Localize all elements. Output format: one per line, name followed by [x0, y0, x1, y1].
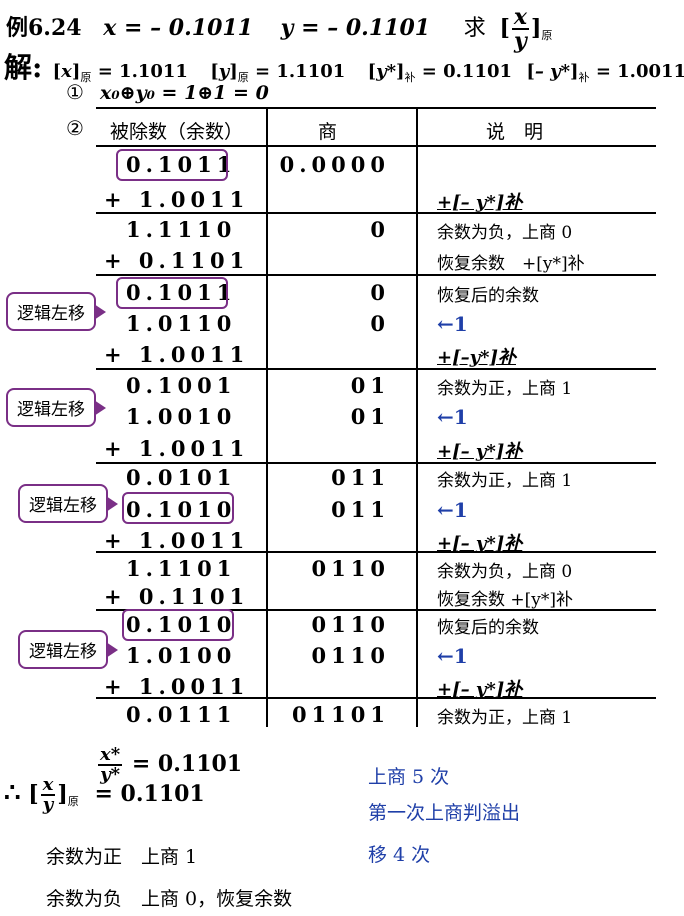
row-separator — [96, 697, 656, 699]
header-quotient: 商 — [318, 121, 338, 143]
description-cell: +[– y*]补 — [437, 192, 523, 213]
quotient-cell: 011 — [331, 497, 390, 522]
dividend-cell: 1.0010 — [126, 404, 237, 429]
example-label: 例6.24 — [6, 15, 82, 41]
shift-left-callout: 逻辑左移 — [18, 484, 118, 523]
ask-label: 求 — [463, 16, 486, 41]
highlight-box — [116, 149, 228, 181]
description-cell: 余数为正，上商 1 — [437, 379, 573, 399]
dividend-cell: 1.0100 — [126, 643, 237, 668]
description-cell: ←1 — [437, 312, 468, 336]
dividend-cell: 1.1101 — [126, 556, 237, 581]
highlight-box — [122, 609, 234, 641]
solution-line: 解: [x]原 = 1.1011 [y]原 = 1.1101 [y*]补 = 0… — [4, 46, 684, 86]
header-dividend: 被除数（余数） — [110, 121, 244, 143]
header-line — [96, 145, 656, 147]
dividend-cell: + 0.1101 — [104, 584, 250, 609]
quotient-cell: 0110 — [311, 556, 390, 581]
column-divider-2 — [416, 107, 418, 727]
step1-underline — [96, 107, 656, 109]
description-cell: +[–y*]补 — [437, 347, 516, 368]
step2-marker: ② — [66, 116, 84, 140]
description-cell: +[– y*]补 — [437, 441, 523, 462]
result-line-2: ∴ [x y]原 = 0.1101 — [4, 774, 205, 815]
ask-frac-num: x — [511, 4, 529, 30]
quotient-count: 上商 5 次 — [368, 766, 450, 788]
dividend-cell: 0.0111 — [126, 702, 237, 727]
description-cell: 恢复余数 +[y*]补 — [437, 254, 585, 274]
quotient-cell: 011 — [331, 465, 390, 490]
quotient-cell: 01 — [350, 373, 390, 398]
quotient-cell: 0 — [370, 280, 390, 305]
quotient-cell: 0 — [370, 217, 390, 242]
jie-label: 解: — [4, 51, 43, 84]
dividend-cell: 0.1001 — [126, 373, 237, 398]
therefore-symbol: ∴ — [4, 778, 21, 808]
shift-left-callout: 逻辑左移 — [18, 630, 118, 669]
dividend-cell: + 1.0011 — [104, 528, 250, 553]
shift-left-callout: 逻辑左移 — [6, 388, 106, 427]
quotient-cell: 0110 — [311, 612, 390, 637]
dividend-cell: + 1.0011 — [104, 187, 250, 212]
description-cell: ←1 — [437, 405, 468, 429]
ask-sub: 原 — [541, 29, 553, 42]
description-cell: ←1 — [437, 498, 468, 522]
step1-text: x₀⊕y₀ = 1⊕1 = 0 — [100, 82, 269, 104]
y-definition: y = – 0.1101 — [280, 15, 431, 41]
row-separator — [96, 274, 656, 276]
dividend-cell: 1.0110 — [126, 311, 237, 336]
description-cell: 余数为负，上商 0 — [437, 562, 573, 582]
quotient-cell: 01 — [350, 404, 390, 429]
description-cell: ←1 — [437, 644, 468, 668]
y-yuan: [y]原 = 1.1101 — [210, 61, 346, 84]
description-cell: 恢复后的余数 — [437, 286, 539, 306]
dividend-cell: + 1.0011 — [104, 436, 250, 461]
shift-count: 移 4 次 — [368, 844, 431, 866]
rule-positive: 余数为正 上商 1 — [46, 846, 198, 868]
result-value-1: = 0.1101 — [131, 751, 243, 777]
step1-marker: ① — [66, 80, 84, 104]
dividend-cell: 0.0101 — [126, 465, 237, 490]
description-cell: 余数为负，上商 0 — [437, 223, 573, 243]
row-separator — [96, 551, 656, 553]
description-cell: 恢复后的余数 — [437, 618, 539, 638]
ask-expression: [x y]原 — [499, 4, 553, 54]
y-star-bu: [y*]补 = 0.1101 — [367, 61, 513, 84]
highlight-box — [122, 492, 234, 524]
neg-y-star-bu: [– y*]补 = 1.0011 — [526, 61, 684, 84]
column-divider-1 — [266, 107, 268, 727]
shift-left-callout: 逻辑左移 — [6, 292, 106, 331]
row-separator — [96, 212, 656, 214]
dividend-cell: 1.1110 — [126, 217, 237, 242]
row-separator — [96, 462, 656, 464]
quotient-cell: 01101 — [291, 702, 390, 727]
dividend-cell: + 1.0011 — [104, 674, 250, 699]
description-cell: 恢复余数 +[y*]补 — [437, 590, 574, 610]
result-frac-num: x* — [98, 744, 123, 766]
result-value-2: = 0.1101 — [94, 781, 205, 807]
dividend-cell: + 0.1101 — [104, 248, 250, 273]
highlight-box — [116, 277, 228, 309]
result-sub: 原 — [67, 795, 79, 808]
quotient-cell: 0110 — [311, 643, 390, 668]
rule-negative: 余数为负 上商 0，恢复余数 — [46, 888, 293, 910]
description-cell: 余数为正，上商 1 — [437, 471, 573, 491]
row-separator — [96, 368, 656, 370]
x-yuan: [x]原 = 1.1011 — [52, 61, 188, 84]
dividend-cell: + 1.0011 — [104, 342, 250, 367]
quotient-cell: 0 — [370, 311, 390, 336]
header-description: 说 明 — [486, 121, 544, 143]
quotient-cell: 0.0000 — [279, 152, 390, 177]
description-cell: 余数为正，上商 1 — [437, 708, 573, 728]
x-definition: x = – 0.1011 — [103, 15, 253, 41]
overflow-note: 第一次上商判溢出 — [368, 802, 521, 824]
